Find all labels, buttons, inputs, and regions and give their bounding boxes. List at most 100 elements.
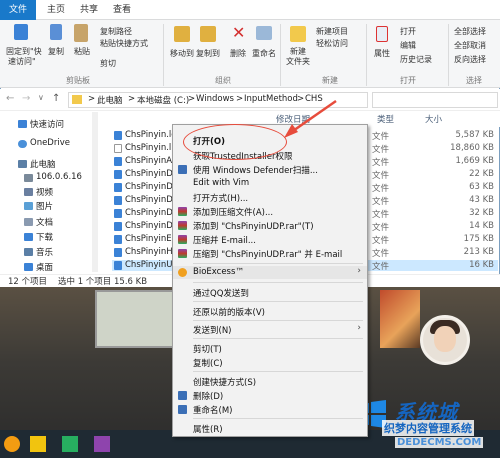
forward-arrow-icon[interactable]: → [22, 93, 30, 104]
nav-scrollbar[interactable] [92, 112, 98, 272]
file-size: 5,587 KB [455, 130, 494, 140]
move-to-icon[interactable] [174, 26, 190, 42]
start-orb-icon[interactable] [4, 436, 20, 452]
image-app-taskbar-icon[interactable] [62, 436, 78, 452]
app-taskbar-icon[interactable] [94, 436, 110, 452]
menu-item-restore-versions[interactable]: 还原以前的版本(V) [173, 305, 367, 318]
menu-item-open-with[interactable]: 打开方式(H)... [173, 191, 367, 204]
ribbon-separator [366, 24, 367, 86]
menu-label: 创建快捷方式(S) [193, 378, 257, 388]
rename-button[interactable]: 重命名 [252, 48, 276, 59]
file-icon [114, 183, 122, 192]
menu-item-edit-vim[interactable]: Edit with Vim [173, 177, 367, 190]
invert-selection-button[interactable]: 反向选择 [454, 54, 486, 65]
nav-item-desktop[interactable]: 桌面 [36, 261, 53, 273]
menu-item-send-to[interactable]: 发送到(N) › [173, 323, 367, 336]
paste-button[interactable]: 粘贴 [74, 46, 90, 57]
folder-taskbar-icon[interactable] [30, 436, 46, 452]
winrar-icon [178, 235, 187, 244]
properties-button[interactable]: 属性 [374, 48, 390, 59]
menu-item-defender-scan[interactable]: 使用 Windows Defender扫描... [173, 163, 367, 176]
ribbon-separator [163, 24, 164, 86]
easy-access-button[interactable]: 轻松访问 [316, 38, 348, 49]
file-type: 文件 [372, 223, 390, 233]
menu-item-properties[interactable]: 属性(R) [173, 422, 367, 435]
paste-shortcut-button[interactable]: 粘贴快捷方式 [100, 38, 148, 49]
menu-item-add-rar[interactable]: 添加到 "ChsPinyinUDP.rar"(T) [173, 219, 367, 232]
column-type[interactable]: 类型 [377, 113, 394, 125]
paste-icon[interactable] [74, 24, 88, 42]
network-drive-icon [24, 174, 33, 182]
nav-item-pictures[interactable]: 图片 [36, 200, 53, 212]
bioexcess-icon [178, 268, 187, 277]
new-folder-label-2[interactable]: 文件夹 [286, 56, 310, 67]
search-input[interactable] [372, 92, 498, 108]
menu-item-add-archive[interactable]: 添加到压缩文件(A)... [173, 205, 367, 218]
menu-item-compress-email[interactable]: 压缩并 E-mail... [173, 233, 367, 246]
nav-item-music[interactable]: 音乐 [36, 246, 53, 258]
nav-quick-access[interactable]: 快速访问 [30, 118, 64, 130]
menu-item-rename[interactable]: 重命名(M) [173, 403, 367, 416]
menu-item-bioexcess[interactable]: BioExcess™ › [173, 266, 367, 279]
select-none-button[interactable]: 全部取消 [454, 40, 486, 51]
nav-onedrive[interactable]: OneDrive [30, 138, 70, 148]
file-size: 18,860 KB [450, 143, 494, 153]
menu-item-cut[interactable]: 剪切(T) [173, 342, 367, 355]
nav-item-network[interactable]: 106.0.6.16 [36, 172, 82, 182]
copy-to-button[interactable]: 复制到 [196, 48, 220, 59]
pin-icon[interactable] [14, 24, 28, 40]
up-arrow-icon[interactable]: ↑ [52, 93, 60, 104]
copy-path-button[interactable]: 复制路径 [100, 26, 132, 37]
select-group-label: 选择 [466, 76, 482, 85]
history-button[interactable]: 历史记录 [400, 54, 432, 65]
edit-button[interactable]: 编辑 [400, 40, 416, 51]
tab-file[interactable]: 文件 [0, 0, 36, 20]
nav-this-pc[interactable]: 此电脑 [30, 158, 56, 170]
copy-to-icon[interactable] [200, 26, 216, 42]
recent-dropdown-icon[interactable]: ∨ [38, 93, 44, 102]
menu-item-qq-send[interactable]: 通过QQ发送到 [173, 286, 367, 299]
nav-item-documents[interactable]: 文档 [36, 216, 53, 228]
file-type: 文件 [372, 158, 390, 168]
menu-item-create-shortcut[interactable]: 创建快捷方式(S) [173, 375, 367, 388]
move-to-button[interactable]: 移动到 [170, 48, 194, 59]
desktop-thumbnail-image [95, 290, 175, 348]
desktop-wallpaper-image [380, 290, 420, 348]
breadcrumb-windows[interactable]: Windows [196, 94, 234, 104]
column-size[interactable]: 大小 [425, 113, 442, 125]
back-arrow-icon[interactable]: ← [6, 93, 14, 104]
menu-item-copy[interactable]: 复制(C) [173, 356, 367, 369]
nav-item-downloads[interactable]: 下载 [36, 231, 53, 243]
ribbon-separator [448, 24, 449, 86]
computer-icon [18, 160, 27, 168]
cut-button[interactable]: 剪切 [100, 58, 116, 69]
nav-item-videos[interactable]: 视频 [36, 186, 53, 198]
folder-icon [72, 95, 82, 104]
menu-item-compress-rar-email[interactable]: 压缩到 "ChsPinyinUDP.rar" 并 E-mail [173, 247, 367, 260]
copy-button[interactable]: 复制 [48, 46, 64, 57]
delete-button[interactable]: 删除 [230, 48, 246, 59]
breadcrumb-drive-c[interactable]: 本地磁盘 (C:) [137, 94, 189, 106]
breadcrumb-this-pc[interactable]: 此电脑 [97, 94, 123, 106]
menu-item-delete[interactable]: 删除(D) [173, 389, 367, 402]
tab-home[interactable]: 主页 [47, 0, 65, 20]
pictures-icon [24, 202, 33, 210]
tab-share[interactable]: 共享 [80, 0, 98, 20]
menu-label: 压缩到 "ChsPinyinUDP.rar" 并 E-mail [193, 250, 343, 260]
delete-icon[interactable]: ✕ [232, 24, 246, 42]
menu-label: 打开方式(H)... [193, 194, 249, 204]
select-all-button[interactable]: 全部选择 [454, 26, 486, 37]
tab-view[interactable]: 查看 [113, 0, 131, 20]
status-selection: 选中 1 个项目 15.6 KB [58, 277, 148, 287]
copy-icon[interactable] [50, 24, 62, 40]
rename-icon[interactable] [256, 26, 272, 40]
open-button[interactable]: 打开 [400, 26, 416, 37]
new-item-button[interactable]: 新建项目 [316, 26, 348, 37]
pin-quick-access-label-2[interactable]: 速访问" [8, 56, 36, 67]
breadcrumb-sep: > [88, 94, 96, 104]
file-icon [114, 196, 122, 205]
new-folder-icon[interactable] [290, 26, 306, 42]
file-name: ChsPinyinEU [125, 234, 178, 244]
menu-separator [193, 371, 363, 372]
properties-icon[interactable] [376, 26, 388, 42]
